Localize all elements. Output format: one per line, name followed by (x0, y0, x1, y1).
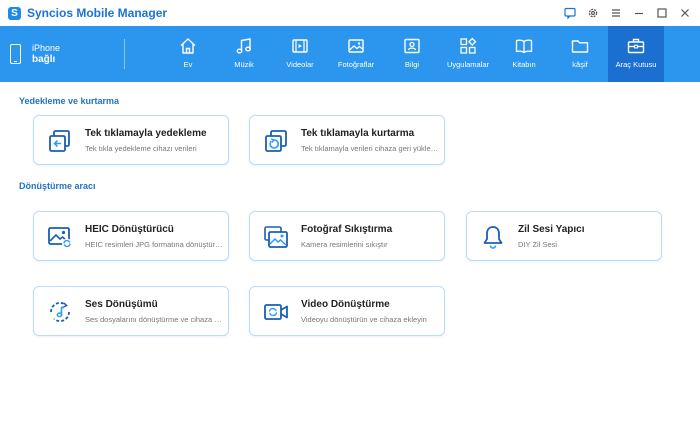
card-title: Tek tıklamayla kurtarma (301, 128, 415, 139)
card-one-click-restore[interactable]: Tek tıklamayla kurtarma Tek tıklamayla v… (249, 115, 445, 165)
card-desc: Kamera resimlerini sıkıştır (301, 240, 388, 249)
nav-item-photos[interactable]: Fotoğraflar (328, 26, 384, 82)
divider (124, 39, 125, 69)
card-ringtone-maker[interactable]: Zil Sesi Yapıcı DIY Zil Sesi (466, 211, 662, 261)
device-info[interactable]: iPhone bağlı (10, 42, 60, 66)
card-desc: DIY Zil Sesi (518, 240, 558, 249)
music-icon (236, 38, 251, 54)
video-icon (292, 39, 308, 53)
card-audio-converter[interactable]: Ses Dönüşümü Ses dosyalarını dönüştürme … (33, 286, 229, 336)
card-heic-converter[interactable]: HEIC Dönüştürücü HEIC resimleri JPG form… (33, 211, 229, 261)
nav-label: Videolar (286, 60, 314, 69)
nav-item-apps[interactable]: Uygulamalar (440, 26, 496, 82)
toolbox-icon (627, 38, 645, 54)
backup-icon (49, 130, 70, 152)
card-desc: Ses dosyalarını dönüştürme ve cihaza akt… (85, 315, 223, 324)
card-desc: Videoyu dönüştürün ve cihaza ekleyin (301, 315, 427, 324)
bell-icon (483, 226, 503, 249)
nav-label: Araç Kutusu (615, 60, 657, 69)
nav-label: Ev (183, 60, 193, 69)
title-bar: S Syncios Mobile Manager (0, 0, 700, 26)
toolbox-content: Yedekleme ve kurtarma Tek tıklamayla yed… (0, 82, 700, 446)
nav-label: Müzik (234, 60, 254, 69)
maximize-icon[interactable] (651, 2, 673, 24)
nav-item-videos[interactable]: Videolar (272, 26, 328, 82)
window-controls (558, 0, 696, 26)
nav-item-music[interactable]: Müzik (216, 26, 272, 82)
nav-label: kâşif (572, 60, 588, 69)
heic-image-icon (48, 227, 72, 249)
card-title: Zil Sesi Yapıcı (518, 224, 585, 235)
top-toolbar: iPhone bağlı Ev Müzik Videolar Fotoğrafl… (0, 26, 700, 82)
minimize-icon[interactable] (628, 2, 650, 24)
section-title-backup: Yedekleme ve kurtarma (19, 96, 120, 106)
device-status: bağlı (32, 54, 56, 65)
photo-icon (348, 39, 364, 53)
nav-label: Kitabın (512, 60, 536, 69)
app-title: Syncios Mobile Manager (27, 6, 168, 20)
menu-icon[interactable] (605, 2, 627, 24)
card-title: Fotoğraf Sıkıştırma (301, 224, 393, 235)
restore-icon (265, 130, 287, 152)
card-desc: Tek tıklamayla verileri cihaza geri yükl… (301, 144, 439, 153)
home-icon (180, 38, 196, 54)
card-title: Tek tıklamayla yedekleme (85, 128, 207, 139)
video-convert-icon (264, 304, 288, 320)
nav-item-home[interactable]: Ev (160, 26, 216, 82)
card-desc: HEIC resimleri JPG formatına dönüştürme (85, 240, 223, 249)
folder-icon (571, 40, 589, 53)
nav-label: Uygulamalar (446, 60, 490, 69)
phone-icon (10, 44, 21, 64)
audio-convert-icon (50, 302, 70, 322)
nav-item-toolbox[interactable]: Araç Kutusu (608, 26, 664, 82)
nav-label: Fotoğraflar (337, 60, 375, 69)
contact-card-icon (404, 38, 420, 54)
card-desc: Tek tıkla yedekleme cihazı verileri (85, 144, 197, 153)
card-video-converter[interactable]: Video Dönüştürme Videoyu dönüştürün ve c… (249, 286, 445, 336)
apps-icon (460, 37, 477, 54)
nav-item-info[interactable]: Bilgi (384, 26, 440, 82)
settings-gear-icon[interactable] (582, 2, 604, 24)
device-name: iPhone (32, 43, 61, 53)
nav-item-explorer[interactable]: kâşif (552, 26, 608, 82)
app-logo-icon: S (8, 6, 21, 20)
card-photo-compression[interactable]: Fotoğraf Sıkıştırma Kamera resimlerini s… (249, 211, 445, 261)
card-title: Ses Dönüşümü (85, 299, 158, 310)
nav-label: Bilgi (404, 60, 420, 69)
nav-item-books[interactable]: Kitabın (496, 26, 552, 82)
book-icon (515, 39, 533, 54)
card-title: Video Dönüştürme (301, 299, 390, 310)
card-title: HEIC Dönüştürücü (85, 224, 174, 235)
photo-compress-icon (264, 226, 288, 248)
section-title-convert: Dönüştürme aracı (19, 181, 96, 191)
feedback-icon[interactable] (559, 2, 581, 24)
card-one-click-backup[interactable]: Tek tıklamayla yedekleme Tek tıkla yedek… (33, 115, 229, 165)
close-icon[interactable] (674, 2, 696, 24)
main-nav: Ev Müzik Videolar Fotoğraflar Bilgi Uygu… (160, 26, 664, 82)
